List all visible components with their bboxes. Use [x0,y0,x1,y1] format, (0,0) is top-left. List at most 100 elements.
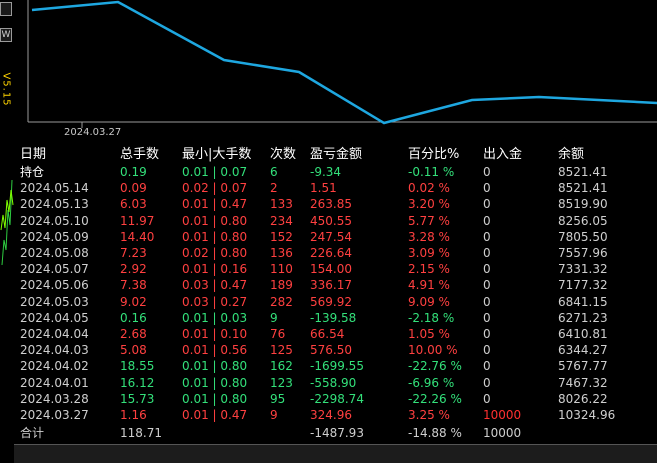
row-flow: 0 [483,181,491,196]
table-row[interactable]: 持仓 0.19 0.01 | 0.07 6 -9.34 -0.11 % 0 8521.41 [20,164,638,180]
row-count: 123 [270,375,293,390]
row-count: 76 [270,326,286,341]
total-profit-value: -1487.93 [310,426,364,441]
header-percent[interactable]: 百分比% [408,146,483,164]
row-total-lots: 7.23 [120,246,147,261]
total-label: 合计 [20,426,45,441]
row-count: 125 [270,343,293,358]
row-min-max-lots: 0.01 | 0.16 [182,262,248,277]
row-balance: 5767.77 [558,359,608,374]
row-date: 2024.04.05 [20,310,89,325]
total-flow-value: 10000 [483,426,522,441]
row-total-lots: 0.16 [120,310,147,325]
row-min-max-lots: 0.01 | 0.10 [182,326,248,341]
row-percent: 0.02 % [408,181,450,196]
edge-button-top[interactable] [0,2,12,16]
row-min-max-lots: 0.01 | 0.80 [182,375,248,390]
row-date: 2024.04.03 [20,343,89,358]
row-percent: 5.77 % [408,213,450,228]
row-flow: 10000 [483,407,522,422]
row-count: 95 [270,391,286,406]
row-min-max-lots: 0.01 | 0.56 [182,343,248,358]
header-min-max-lots[interactable]: 最小|大手数 [182,146,270,164]
row-percent: -0.11 % [408,165,455,180]
row-date: 2024.04.04 [20,326,89,341]
table-header-row: 日期 总手数 最小|大手数 次数 盈亏金额 百分比% 出入金 余额 [20,146,638,164]
row-percent: 3.20 % [408,197,450,212]
row-count: 136 [270,246,293,261]
row-count: 282 [270,294,293,309]
row-balance: 6271.23 [558,310,608,325]
chart-canvas [27,0,657,128]
table-row[interactable]: 2024.04.02 18.55 0.01 | 0.80 162 -1699.55 -22… [20,358,638,374]
table-row[interactable]: 2024.04.05 0.16 0.01 | 0.03 9 -139.58 -2.18 %… [20,310,638,326]
table-row[interactable]: 2024.04.04 2.68 0.01 | 0.10 76 66.54 1.05 % 0 6… [20,326,638,342]
row-min-max-lots: 0.01 | 0.47 [182,197,248,212]
header-balance[interactable]: 余额 [558,146,638,164]
row-percent: 3.09 % [408,246,450,261]
row-date: 2024.03.28 [20,391,89,406]
header-total-lots[interactable]: 总手数 [120,146,182,164]
row-percent: 4.91 % [408,278,450,293]
row-date: 持仓 [20,165,45,180]
row-min-max-lots: 0.01 | 0.80 [182,229,248,244]
table-row[interactable]: 2024.05.13 6.03 0.01 | 0.47 133 263.85 3.20 %… [20,196,638,212]
header-date[interactable]: 日期 [20,146,120,164]
row-count: 162 [270,359,293,374]
equity-chart: 2024.03.27 [14,0,657,140]
row-total-lots: 7.38 [120,278,147,293]
table-row[interactable]: 2024.05.07 2.92 0.01 | 0.16 110 154.00 2.15 %… [20,261,638,277]
row-flow: 0 [483,375,491,390]
table-row[interactable]: 2024.05.03 9.02 0.03 | 0.27 282 569.92 9.09 %… [20,294,638,310]
row-flow: 0 [483,391,491,406]
total-lots-value: 118.71 [120,426,162,441]
row-total-lots: 14.40 [120,229,155,244]
row-flow: 0 [483,343,491,358]
table-row[interactable]: 2024.05.10 11.97 0.01 | 0.80 234 450.55 5.77 … [20,213,638,229]
table-row[interactable]: 2024.04.03 5.08 0.01 | 0.56 125 576.50 10.00 … [20,342,638,358]
row-date: 2024.05.09 [20,229,89,244]
row-profit: -9.34 [310,165,342,180]
row-profit: 450.55 [310,213,352,228]
row-balance: 8256.05 [558,213,608,228]
table-row[interactable]: 2024.05.06 7.38 0.03 | 0.47 189 336.17 4.91 %… [20,277,638,293]
row-count: 189 [270,278,293,293]
row-min-max-lots: 0.01 | 0.07 [182,165,248,180]
row-date: 2024.03.27 [20,407,89,422]
table-row[interactable]: 2024.03.27 1.16 0.01 | 0.47 9 324.96 3.25 % 10… [20,407,638,423]
table-row[interactable]: 2024.05.14 0.09 0.02 | 0.07 2 1.51 0.02 % 0 852… [20,180,638,196]
row-profit: 324.96 [310,407,352,422]
row-profit: 263.85 [310,197,352,212]
table-row[interactable]: 2024.03.28 15.73 0.01 | 0.80 95 -2298.74 -22.… [20,391,638,407]
row-flow: 0 [483,165,491,180]
row-date: 2024.05.03 [20,294,89,309]
row-percent: 2.15 % [408,262,450,277]
table-row[interactable]: 2024.04.01 16.12 0.01 | 0.80 123 -558.90 -6.9… [20,374,638,390]
row-min-max-lots: 0.01 | 0.47 [182,407,248,422]
left-edge-panel: W V5.15 [0,0,14,462]
header-flow[interactable]: 出入金 [483,146,558,164]
row-balance: 6344.27 [558,343,608,358]
row-profit: 576.50 [310,343,352,358]
row-balance: 10324.96 [558,407,616,422]
x-tick-label: 2024.03.27 [64,127,122,138]
header-profit[interactable]: 盈亏金额 [310,146,408,164]
edge-button-w[interactable]: W [0,28,12,42]
row-balance: 7557.96 [558,246,608,261]
table-row[interactable]: 2024.05.08 7.23 0.02 | 0.80 136 226.64 3.09 %… [20,245,638,261]
header-count[interactable]: 次数 [270,146,310,164]
row-profit: -2298.74 [310,391,364,406]
row-count: 152 [270,229,293,244]
row-profit: 336.17 [310,278,352,293]
row-min-max-lots: 0.03 | 0.27 [182,294,248,309]
table-row[interactable]: 2024.05.09 14.40 0.01 | 0.80 152 247.54 3.28 … [20,229,638,245]
row-count: 9 [270,310,278,325]
row-percent: 3.28 % [408,229,450,244]
row-balance: 6841.15 [558,294,608,309]
row-balance: 6410.81 [558,326,608,341]
row-balance: 7467.32 [558,375,608,390]
row-count: 234 [270,213,293,228]
row-date: 2024.05.08 [20,246,89,261]
row-min-max-lots: 0.02 | 0.80 [182,246,248,261]
total-row-background [14,444,657,463]
